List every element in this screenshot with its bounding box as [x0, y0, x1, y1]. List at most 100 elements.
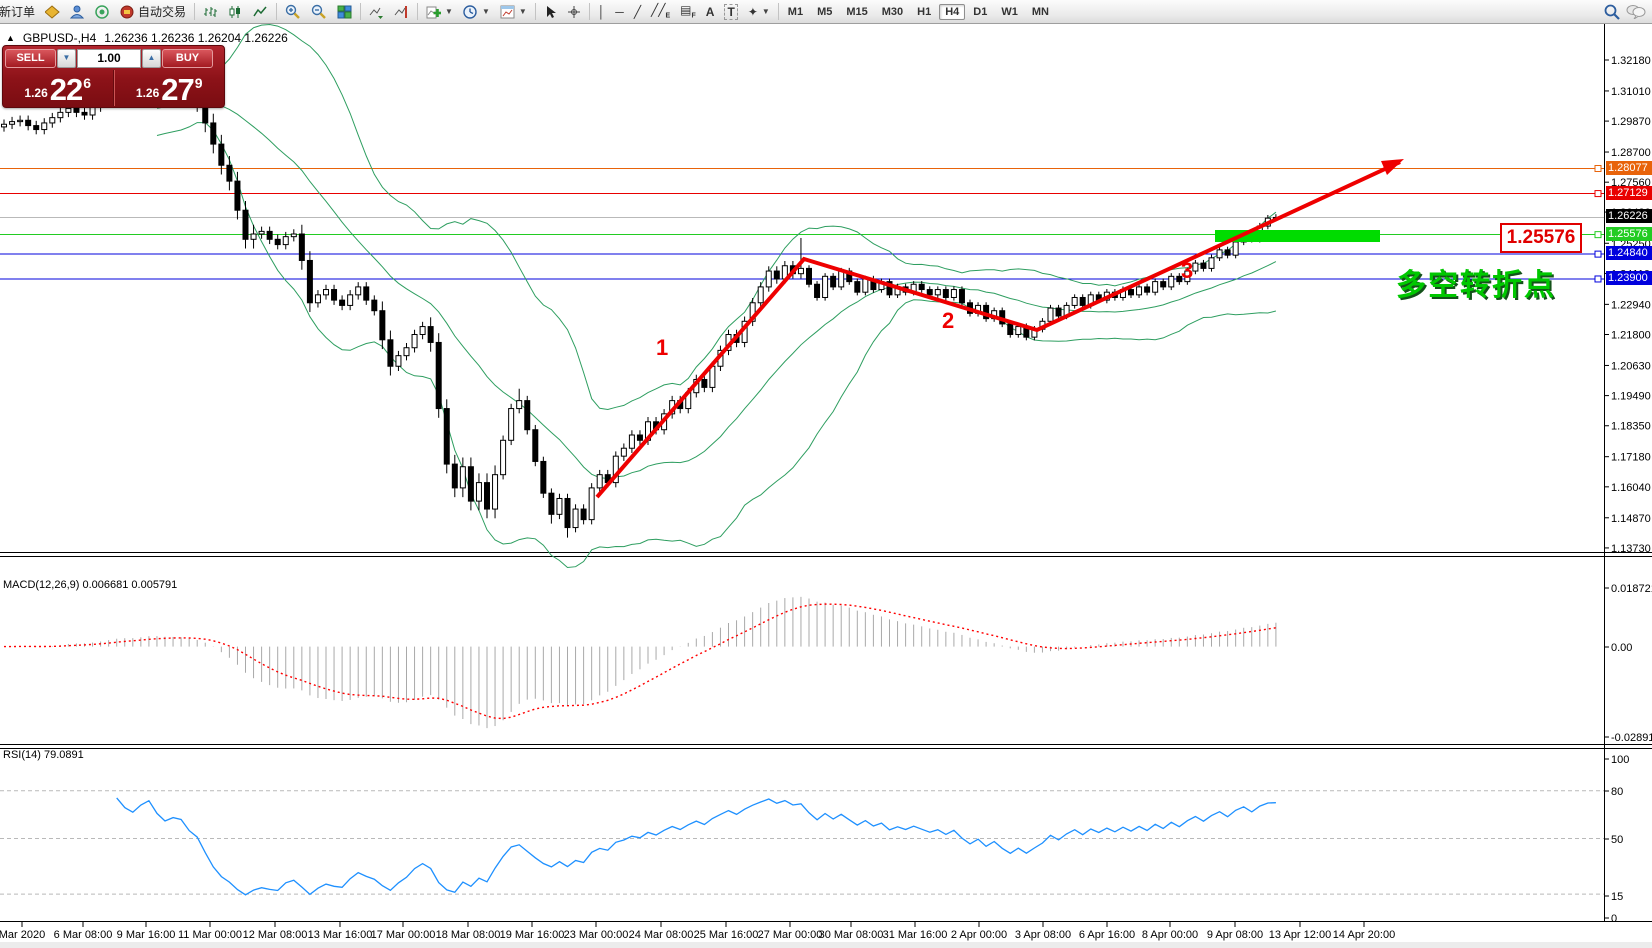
candle-body [50, 118, 55, 123]
time-axis-label[interactable]: 3 Apr 08:00 [1015, 929, 1071, 941]
zoom-out-button[interactable] [306, 1, 332, 22]
time-axis-label[interactable]: 27 Mar 00:00 [758, 929, 823, 941]
volume-increase-button[interactable]: ▲ [142, 49, 161, 68]
timeframe-button-m5[interactable]: M5 [811, 4, 838, 20]
tile-windows-button[interactable] [332, 1, 357, 22]
timeframe-button-m1[interactable]: M1 [782, 4, 809, 20]
arrows-button[interactable]: ✦▼ [743, 1, 775, 22]
time-axis-label[interactable]: 11 Mar 00:00 [178, 929, 242, 941]
periods-dropdown-arrow[interactable]: ▼ [482, 7, 490, 16]
timeframe-button-h1[interactable]: H1 [911, 4, 937, 20]
chart-canvas[interactable]: 1231.321801.310101.298701.287001.275601.… [0, 0, 1652, 948]
time-axis-label[interactable]: 19 Mar 16:00 [500, 929, 565, 941]
templates-dropdown-arrow[interactable]: ▼ [519, 7, 527, 16]
candle-body [1233, 242, 1238, 255]
candle-body [533, 430, 538, 462]
turning-point-annotation[interactable]: 多空转折点 [1396, 260, 1556, 304]
candle-body [1016, 327, 1021, 335]
candlestick-chart-button[interactable] [223, 1, 248, 22]
symbol-collapse-icon[interactable]: ▲ [6, 33, 15, 43]
time-axis-label[interactable]: 13 Apr 12:00 [1269, 929, 1331, 941]
candle-body [1008, 324, 1013, 335]
candle-body [581, 509, 586, 520]
time-axis-label[interactable]: 8 Apr 00:00 [1142, 929, 1198, 941]
time-axis-label[interactable]: 14 Apr 20:00 [1333, 929, 1395, 941]
time-axis-label[interactable]: Mar 2020 [0, 929, 45, 941]
time-axis-label[interactable]: 9 Mar 16:00 [117, 929, 176, 941]
auto-scroll-button[interactable] [364, 1, 389, 22]
time-axis-label[interactable]: 13 Mar 16:00 [308, 929, 373, 941]
candle-body [1225, 250, 1230, 255]
volume-decrease-button[interactable]: ▼ [57, 49, 76, 68]
cursor-button[interactable] [539, 1, 562, 22]
time-axis-label[interactable]: 17 Mar 00:00 [371, 929, 436, 941]
sell-price[interactable]: 1.26 22 6 [3, 70, 114, 106]
candle-body [1145, 287, 1150, 292]
timeframe-button-h4[interactable]: H4 [939, 4, 965, 20]
candle-body [863, 279, 868, 292]
timeframe-button-d1[interactable]: D1 [967, 4, 993, 20]
horizontal-line-button[interactable]: ─ [610, 1, 629, 22]
time-axis-label[interactable]: 2 Apr 00:00 [951, 929, 1007, 941]
indicators-button[interactable]: ▼ [421, 1, 458, 22]
time-axis-label[interactable]: 30 Mar 08:00 [819, 929, 884, 941]
candle-body [259, 231, 264, 234]
timeframe-button-mn[interactable]: MN [1026, 4, 1055, 20]
search-icon[interactable] [1604, 4, 1620, 20]
chat-icon[interactable] [1626, 4, 1646, 19]
candle-body [235, 181, 240, 210]
macd-axis-label: 0.00 [1611, 642, 1632, 654]
candle-body [26, 120, 31, 125]
metaeditor-icon[interactable] [40, 1, 65, 22]
time-axis-label[interactable]: 18 Mar 08:00 [436, 929, 501, 941]
rsi-axis-label: 100 [1611, 754, 1629, 766]
indicators-dropdown-arrow[interactable]: ▼ [445, 7, 453, 16]
time-axis-label[interactable]: 6 Mar 08:00 [54, 929, 113, 941]
time-axis-label[interactable]: 25 Mar 16:00 [694, 929, 759, 941]
vertical-line-button[interactable]: │ [593, 1, 611, 22]
timeframe-button-m15[interactable]: M15 [840, 4, 873, 20]
buy-price[interactable]: 1.26 27 9 [114, 70, 225, 106]
volume-input[interactable]: 1.00 [77, 49, 141, 68]
wave-number-label: 3 [1181, 258, 1193, 283]
time-axis-label[interactable]: 24 Mar 08:00 [629, 929, 694, 941]
chart-shift-button[interactable] [389, 1, 414, 22]
time-axis-label[interactable]: 12 Mar 08:00 [243, 929, 308, 941]
time-axis-label[interactable]: 6 Apr 16:00 [1079, 929, 1135, 941]
time-axis-label[interactable]: 9 Apr 08:00 [1207, 929, 1263, 941]
buy-button[interactable]: BUY [162, 49, 213, 68]
text-label-button[interactable]: T [719, 1, 742, 22]
arrows-dropdown-arrow[interactable]: ▼ [762, 7, 770, 16]
toolbar-separator [360, 3, 361, 20]
price-axis-label: 1.29870 [1611, 116, 1651, 128]
candle-body [517, 401, 522, 409]
time-axis-label[interactable]: 23 Mar 00:00 [564, 929, 629, 941]
community-icon[interactable] [65, 1, 90, 22]
price-callout-box[interactable]: 1.25576 [1500, 223, 1582, 253]
templates-button[interactable]: ▼ [495, 1, 532, 22]
candle-body [34, 126, 39, 130]
sell-button[interactable]: SELL [5, 49, 56, 68]
autotrading-button[interactable]: 自动交易 [115, 1, 191, 22]
periods-button[interactable]: ▼ [458, 1, 495, 22]
bar-chart-button[interactable] [198, 1, 223, 22]
timeframe-button-w1[interactable]: W1 [995, 4, 1024, 20]
candle-body [372, 300, 377, 311]
cursor-icon [544, 5, 557, 19]
line-chart-button[interactable] [248, 1, 273, 22]
equidistant-channel-button[interactable]: ╱╱E [646, 1, 675, 22]
candle-body [66, 108, 71, 112]
fibonacci-button[interactable]: ▤F [675, 1, 701, 22]
text-button[interactable]: A [701, 1, 720, 22]
crosshair-button[interactable] [562, 1, 586, 22]
zoom-in-button[interactable] [280, 1, 306, 22]
timeframe-button-m30[interactable]: M30 [876, 4, 909, 20]
candle-body [42, 123, 47, 130]
time-axis-label[interactable]: 31 Mar 16:00 [883, 929, 948, 941]
trendline-button[interactable]: ╱ [629, 1, 646, 22]
candle-body [332, 290, 337, 301]
new-order-button[interactable]: 新订单 [0, 1, 40, 22]
horizontal-line-icon: ─ [615, 5, 624, 19]
candle-body [476, 483, 481, 502]
signals-icon[interactable] [90, 1, 115, 22]
